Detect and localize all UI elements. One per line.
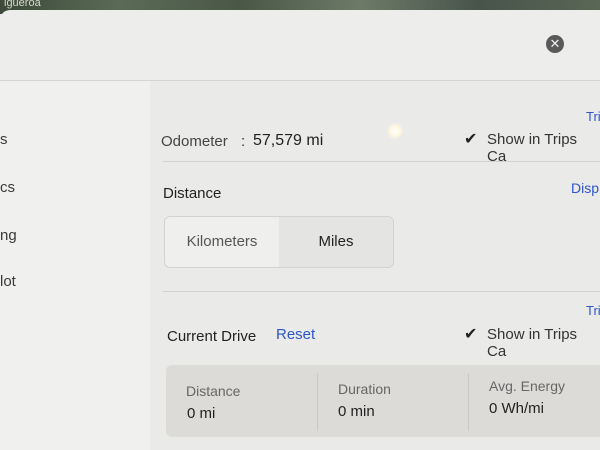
settings-sidebar: s cs ng lot xyxy=(0,81,151,450)
display-link[interactable]: Disp xyxy=(571,180,599,196)
stat-label: Duration xyxy=(338,381,391,397)
trips-content: Tri Odometer : 57,579 mi ✔ Show in Trips… xyxy=(150,81,600,450)
sidebar-item-4[interactable]: lot xyxy=(0,273,16,290)
divider xyxy=(162,161,600,162)
stat-value: 0 Wh/mi xyxy=(489,400,545,417)
current-drive-title: Current Drive xyxy=(167,328,257,345)
map-street-label: igueroa xyxy=(4,0,41,9)
sidebar-item-3[interactable]: ng xyxy=(0,227,17,244)
sidebar-item-1[interactable]: s xyxy=(0,131,8,148)
reset-button[interactable]: Reset xyxy=(276,326,315,343)
stat-distance: Distance 0 mi xyxy=(166,365,316,437)
odometer-value: 57,579 mi xyxy=(253,132,324,149)
stat-avg-energy: Avg. Energy 0 Wh/mi xyxy=(469,365,600,437)
show-in-trips-label[interactable]: Show in Trips Ca xyxy=(487,131,600,165)
odometer-label: Odometer xyxy=(161,133,228,150)
stat-value: 0 mi xyxy=(187,405,216,422)
odometer-separator: : xyxy=(241,133,246,150)
close-icon[interactable]: ✕ xyxy=(546,35,564,53)
settings-panel: ✕ s cs ng lot Tri Odometer : 57,579 mi ✔… xyxy=(0,10,600,450)
checkmark-icon[interactable]: ✔ xyxy=(464,324,477,344)
trips-link-top[interactable]: Tri xyxy=(586,109,600,124)
divider xyxy=(162,291,600,292)
distance-title: Distance xyxy=(163,185,222,202)
current-drive-stats: Distance 0 mi Duration 0 min Avg. Energy… xyxy=(166,365,600,437)
show-in-trips-label[interactable]: Show in Trips Ca xyxy=(487,326,600,360)
sidebar-item-2[interactable]: cs xyxy=(0,179,15,196)
distance-unit-toggle[interactable]: Kilometers Miles xyxy=(164,216,394,268)
miles-option[interactable]: Miles xyxy=(279,217,393,267)
trips-link-current[interactable]: Tri xyxy=(586,303,600,318)
stat-label: Avg. Energy xyxy=(489,378,566,394)
panel-header: ✕ xyxy=(0,10,600,81)
screen-glare xyxy=(386,122,404,140)
kilometers-option[interactable]: Kilometers xyxy=(165,217,279,267)
stat-duration: Duration 0 min xyxy=(318,365,468,437)
checkmark-icon[interactable]: ✔ xyxy=(464,129,477,149)
stat-value: 0 min xyxy=(338,403,375,420)
stat-label: Distance xyxy=(186,383,241,399)
